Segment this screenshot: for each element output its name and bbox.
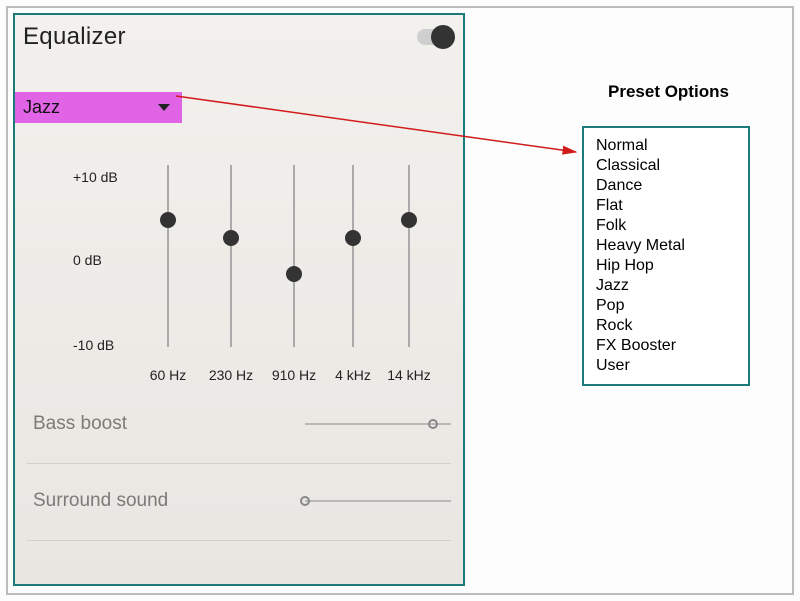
band-thumb[interactable] xyxy=(160,212,176,228)
divider xyxy=(27,540,451,541)
bass-boost-row: Bass boost xyxy=(15,413,463,435)
slider-thumb[interactable] xyxy=(428,419,438,429)
db-label-mid: 0 dB xyxy=(73,252,102,268)
eq-bands-area: +10 dB 0 dB -10 dB 60 Hz 230 Hz 910 Hz 4 xyxy=(63,155,443,405)
preset-dropdown[interactable]: Jazz xyxy=(15,92,182,123)
preset-option: Rock xyxy=(596,316,736,336)
surround-sound-slider[interactable] xyxy=(305,500,451,502)
db-label-top: +10 dB xyxy=(73,169,118,185)
band-thumb[interactable] xyxy=(345,230,361,246)
band-track xyxy=(167,165,169,347)
divider xyxy=(27,463,451,464)
band-label: 910 Hz xyxy=(272,367,316,383)
slider-thumb[interactable] xyxy=(300,496,310,506)
bass-boost-label: Bass boost xyxy=(33,413,127,435)
surround-sound-label: Surround sound xyxy=(33,490,168,512)
db-label-bot: -10 dB xyxy=(73,337,114,353)
preset-option: Flat xyxy=(596,196,736,216)
band-track xyxy=(230,165,232,347)
band-label: 4 kHz xyxy=(335,367,371,383)
band-label: 60 Hz xyxy=(150,367,187,383)
preset-option: Jazz xyxy=(596,276,736,296)
band-label: 14 kHz xyxy=(387,367,431,383)
eq-band-4khz[interactable]: 4 kHz xyxy=(323,155,383,385)
band-track xyxy=(408,165,410,347)
bass-boost-slider[interactable] xyxy=(305,423,451,425)
eq-band-14khz[interactable]: 14 kHz xyxy=(379,155,439,385)
preset-option: Normal xyxy=(596,136,736,156)
band-track xyxy=(352,165,354,347)
toggle-knob xyxy=(431,25,455,49)
eq-band-910hz[interactable]: 910 Hz xyxy=(264,155,324,385)
preset-option: Dance xyxy=(596,176,736,196)
preset-options-callout: NormalClassicalDanceFlatFolkHeavy MetalH… xyxy=(582,126,750,386)
preset-selected-label: Jazz xyxy=(23,97,60,118)
panel-header: Equalizer xyxy=(15,15,463,61)
band-thumb[interactable] xyxy=(223,230,239,246)
surround-sound-row: Surround sound xyxy=(15,490,463,512)
annotation-title: Preset Options xyxy=(608,82,729,102)
chevron-down-icon xyxy=(158,104,170,111)
preset-option: Classical xyxy=(596,156,736,176)
equalizer-toggle[interactable] xyxy=(417,29,451,45)
preset-option: FX Booster xyxy=(596,336,736,356)
band-label: 230 Hz xyxy=(209,367,253,383)
eq-band-230hz[interactable]: 230 Hz xyxy=(201,155,261,385)
preset-option: Pop xyxy=(596,296,736,316)
preset-option: User xyxy=(596,356,736,376)
band-track xyxy=(293,165,295,347)
preset-option: Folk xyxy=(596,216,736,236)
equalizer-panel: Equalizer Jazz +10 dB 0 dB -10 dB 60 Hz … xyxy=(13,13,465,586)
band-thumb[interactable] xyxy=(401,212,417,228)
preset-option: Hip Hop xyxy=(596,256,736,276)
preset-option: Heavy Metal xyxy=(596,236,736,256)
band-thumb[interactable] xyxy=(286,266,302,282)
eq-band-60hz[interactable]: 60 Hz xyxy=(138,155,198,385)
page-title: Equalizer xyxy=(23,23,126,51)
